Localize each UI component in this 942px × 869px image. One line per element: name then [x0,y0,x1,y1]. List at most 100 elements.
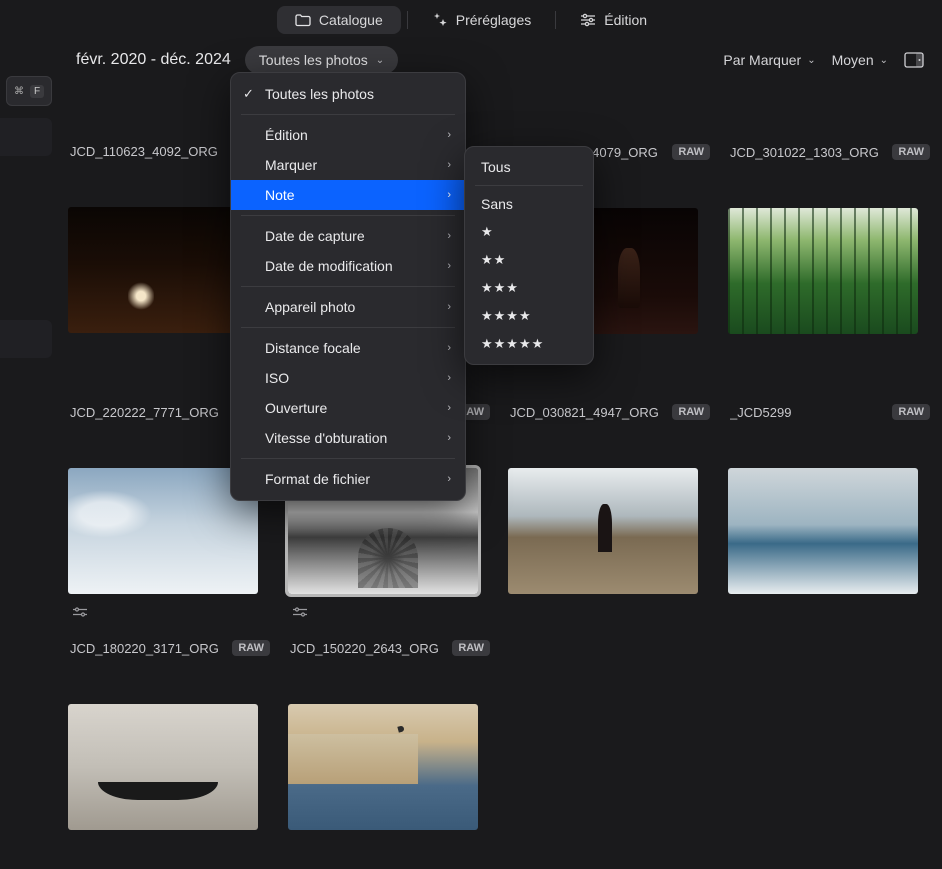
separator [241,458,455,459]
format-badge: RAW [892,404,930,420]
chevron-right-icon: › [447,159,451,171]
top-tab-bar: Catalogue Préréglages Édition [0,4,942,36]
cmd-key-icon: ⌘ [14,86,24,97]
photo-cell[interactable]: JCD_301022_1303_ORG RAW [728,134,932,334]
tab-edition[interactable]: Édition [562,6,665,34]
submenu-item-all[interactable]: Tous [465,153,593,181]
separator [241,215,455,216]
format-badge: RAW [452,640,490,656]
separator [241,327,455,328]
keyboard-shortcut-badge[interactable]: ⌘ F [6,76,52,106]
menu-label: ISO [265,370,289,386]
adjust-icon[interactable] [292,607,308,617]
photo-cell[interactable]: JCD_180220_3171_ORG RAW [68,630,272,830]
thumbnail[interactable] [728,468,918,594]
format-badge: RAW [892,144,930,160]
chevron-right-icon: › [447,432,451,444]
key-f-label: F [30,85,44,98]
menu-item-camera[interactable]: Appareil photo › [231,292,465,322]
photo-cell[interactable]: _JCD5299 RAW [728,394,932,630]
toolbar: févr. 2020 - déc. 2024 Toutes les photos… [0,36,942,82]
rail-placeholder[interactable] [0,118,52,156]
filename-label: JCD_150220_2643_ORG [290,641,446,656]
menu-item-focal[interactable]: Distance focale › [231,333,465,363]
menu-item-mod-date[interactable]: Date de modification › [231,251,465,281]
chevron-right-icon: › [447,372,451,384]
menu-label: Vitesse d'obturation [265,430,387,446]
menu-label: Date de capture [265,228,365,244]
star-rating: ★★★ [481,280,519,296]
menu-item-mark[interactable]: Marquer › [231,150,465,180]
menu-item-iso[interactable]: ISO › [231,363,465,393]
chevron-right-icon: › [447,189,451,201]
size-dropdown[interactable]: Moyen ⌄ [832,52,888,68]
star-rating: ★★ [481,252,506,268]
filename-label: JCD_220222_7771_ORG [70,405,226,420]
submenu-label: Sans [481,196,513,212]
thumbnail[interactable] [68,704,258,830]
tab-catalogue[interactable]: Catalogue [277,6,401,34]
menu-item-capture-date[interactable]: Date de capture › [231,221,465,251]
format-badge: RAW [672,404,710,420]
chevron-right-icon: › [447,301,451,313]
size-label: Moyen [832,52,874,68]
note-submenu: Tous Sans ★ ★★ ★★★ ★★★★ ★★★★★ [464,146,594,365]
menu-label: Ouverture [265,400,327,416]
menu-item-format[interactable]: Format de fichier › [231,464,465,494]
filename-label: JCD_030821_4947_ORG [510,405,666,420]
chevron-right-icon: › [447,342,451,354]
chevron-right-icon: › [447,129,451,141]
folder-icon [295,13,311,27]
submenu-item-1star[interactable]: ★ [465,218,593,246]
photo-cell[interactable]: JCD_030821_4947_ORG RAW [508,394,712,630]
filter-label: Toutes les photos [259,52,368,68]
date-range-label: févr. 2020 - déc. 2024 [76,51,231,69]
format-badge: RAW [232,640,270,656]
submenu-item-none[interactable]: Sans [465,190,593,218]
menu-label: Note [265,187,295,203]
filter-dropdown[interactable]: Toutes les photos ⌄ [245,46,398,74]
menu-item-edition[interactable]: Édition › [231,120,465,150]
menu-label: Toutes les photos [265,86,374,102]
filename-label: JCD_180220_3171_ORG [70,641,226,656]
thumbnail[interactable] [288,704,478,830]
chevron-right-icon: › [447,230,451,242]
sort-dropdown[interactable]: Par Marquer ⌄ [723,52,815,68]
submenu-item-2star[interactable]: ★★ [465,246,593,274]
separator [555,11,556,29]
menu-label: Date de modification [265,258,393,274]
chevron-right-icon: › [447,402,451,414]
thumbnail[interactable] [508,468,698,594]
menu-item-note[interactable]: Note › [231,180,465,210]
menu-item-all-photos[interactable]: Toutes les photos [231,79,465,109]
submenu-label: Tous [481,159,511,175]
chevron-right-icon: › [447,473,451,485]
menu-item-shutter[interactable]: Vitesse d'obturation › [231,423,465,453]
tab-label: Catalogue [319,12,383,28]
separator [407,11,408,29]
menu-item-aperture[interactable]: Ouverture › [231,393,465,423]
rail-placeholder[interactable] [0,320,52,358]
submenu-item-3star[interactable]: ★★★ [465,274,593,302]
filename-label: JCD_301022_1303_ORG [730,145,886,160]
menu-label: Édition [265,127,308,143]
filename-label: _JCD5299 [730,405,886,420]
chevron-down-icon: ⌄ [880,55,888,66]
panel-toggle-button[interactable] [904,52,924,68]
sparkle-icon [432,12,448,28]
thumbnail[interactable] [728,208,918,334]
tab-presets[interactable]: Préréglages [414,6,550,34]
star-rating: ★★★★ [481,308,532,324]
sort-label: Par Marquer [723,52,801,68]
menu-label: Appareil photo [265,299,355,315]
separator [241,286,455,287]
submenu-item-4star[interactable]: ★★★★ [465,302,593,330]
separator [241,114,455,115]
submenu-item-5star[interactable]: ★★★★★ [465,330,593,358]
sliders-icon [580,13,596,27]
chevron-right-icon: › [447,260,451,272]
filter-menu: Toutes les photos Édition › Marquer › No… [230,72,466,501]
adjust-icon[interactable] [72,607,88,617]
chevron-down-icon: ⌄ [807,55,815,66]
photo-cell[interactable]: JCD_150220_2643_ORG RAW [288,630,492,830]
